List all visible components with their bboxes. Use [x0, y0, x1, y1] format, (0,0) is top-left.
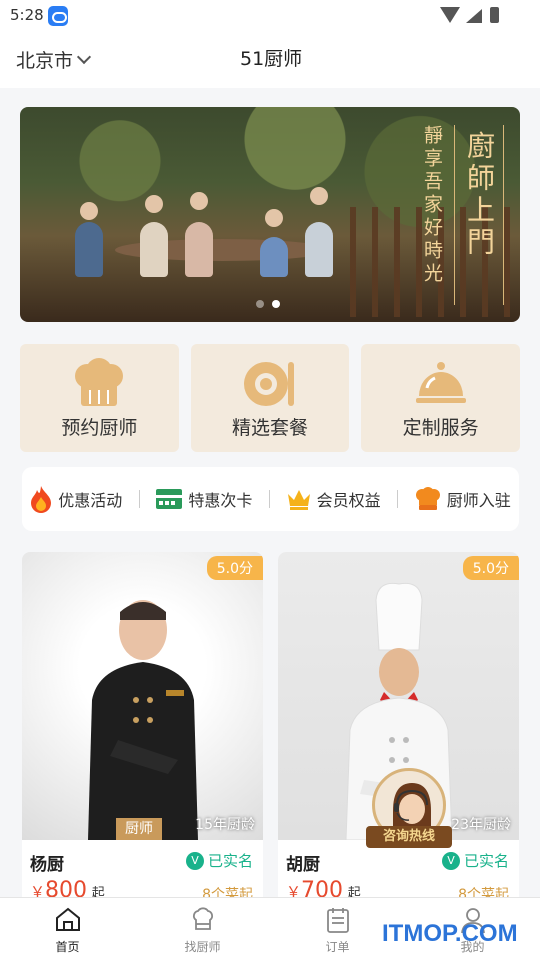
tab-home[interactable]: 首页: [0, 898, 135, 960]
banner-person: [305, 222, 333, 277]
tab-label: 首页: [55, 940, 80, 954]
order-icon: [326, 908, 349, 933]
status-bar: 5:28: [0, 0, 540, 32]
chef-name: 杨厨: [30, 855, 64, 875]
banner-person-head: [145, 195, 163, 213]
system-icons: [440, 7, 504, 25]
hotline-button[interactable]: 咨询热线: [366, 768, 452, 848]
banner-person-head: [190, 192, 208, 210]
category-book-chef[interactable]: 预约厨师: [20, 344, 179, 452]
verified-label: 已实名: [207, 852, 253, 870]
banner-person: [260, 237, 288, 277]
banner-person-head: [310, 187, 328, 205]
category-cards: 预约厨师 精选套餐 定制服务: [20, 344, 521, 452]
promo-chef-join[interactable]: 厨师入驻: [415, 487, 511, 511]
promo-label: 会员权益: [316, 491, 381, 510]
banner-pagination: [256, 300, 280, 308]
category-label: 精选套餐: [232, 417, 309, 439]
watermark: ITMOP.COM: [382, 920, 518, 947]
banner-person: [75, 222, 103, 277]
promo-card[interactable]: 特惠次卡: [156, 487, 252, 511]
banner-dot[interactable]: [256, 300, 264, 308]
city-label: 北京市: [16, 50, 74, 72]
banner-slogan: 靜享吾家好時光 廚師上門: [409, 125, 504, 305]
divider: [138, 490, 140, 508]
battery-icon: [490, 7, 499, 23]
verified-status: V 已实名: [441, 850, 509, 871]
app-header: 北京市 51厨师: [0, 32, 540, 88]
category-custom-service[interactable]: 定制服务: [361, 344, 521, 452]
divider: [269, 490, 270, 508]
banner-slogan-small: 靜享吾家好時光: [421, 125, 443, 286]
promo-label: 特惠次卡: [188, 491, 253, 510]
category-label: 预约厨师: [61, 417, 138, 439]
page-title: 51厨师: [240, 48, 303, 70]
banner-dot-active[interactable]: [272, 300, 280, 308]
rating-badge: 5.0分: [462, 556, 519, 580]
signal-icon: [466, 9, 482, 23]
verified-icon: V: [185, 851, 204, 870]
city-selector[interactable]: 北京市: [16, 46, 92, 73]
chef-portrait: [87, 600, 198, 840]
banner-person: [185, 222, 213, 277]
chef-join-icon: [415, 487, 440, 510]
verified-icon: V: [441, 851, 460, 870]
chef-name: 胡厨: [286, 855, 320, 875]
verified-status: V 已实名: [185, 850, 253, 871]
flame-icon: [31, 486, 52, 513]
cloud-icon: [48, 6, 68, 26]
promo-banner[interactable]: 靜享吾家好時光 廚師上門: [20, 107, 520, 322]
chevron-down-icon: [76, 49, 92, 64]
verified-label: 已实名: [463, 852, 509, 870]
category-set-meal[interactable]: 精选套餐: [190, 344, 350, 452]
banner-person: [140, 222, 168, 277]
banner-person-head: [265, 209, 283, 227]
chef-role-tag: 厨师: [116, 818, 162, 840]
rating-badge: 5.0分: [206, 556, 263, 580]
chef-card[interactable]: 5.0分 厨师 15年厨龄 杨厨 V 已实名 ￥800 起 8个菜起: [22, 552, 263, 912]
promo-member[interactable]: 会员权益: [287, 487, 381, 511]
chef-hat-icon: [192, 907, 213, 930]
banner-slogan-big: 廚師上門: [454, 125, 504, 305]
banner-person-head: [80, 202, 98, 220]
cloche-icon: [415, 362, 466, 403]
chef-card[interactable]: 5.0分 23年厨龄 胡厨 V 已实名 ￥700 起 8个菜起: [278, 552, 519, 912]
wifi-icon: [440, 7, 460, 23]
status-time: 5:28: [10, 6, 44, 24]
divider: [397, 490, 399, 508]
experience-years: 23年厨龄: [451, 817, 511, 833]
plate-icon: [244, 362, 294, 406]
card-icon: [156, 489, 183, 509]
crown-icon: [287, 490, 310, 510]
tab-label: 找厨师: [184, 940, 221, 954]
category-label: 定制服务: [402, 417, 479, 439]
chef-hat-icon: [75, 358, 124, 406]
hotline-label: 咨询热线: [366, 826, 452, 848]
chef-photo: [22, 552, 263, 840]
promo-strip: 优惠活动 特惠次卡 会员权益 厨师入驻: [22, 467, 519, 531]
promo-discount[interactable]: 优惠活动: [30, 485, 122, 513]
promo-label: 厨师入驻: [446, 491, 511, 510]
tab-find-chef[interactable]: 找厨师: [135, 898, 270, 960]
home-icon: [55, 907, 80, 931]
promo-label: 优惠活动: [58, 491, 123, 510]
experience-years: 15年厨龄: [195, 817, 255, 833]
